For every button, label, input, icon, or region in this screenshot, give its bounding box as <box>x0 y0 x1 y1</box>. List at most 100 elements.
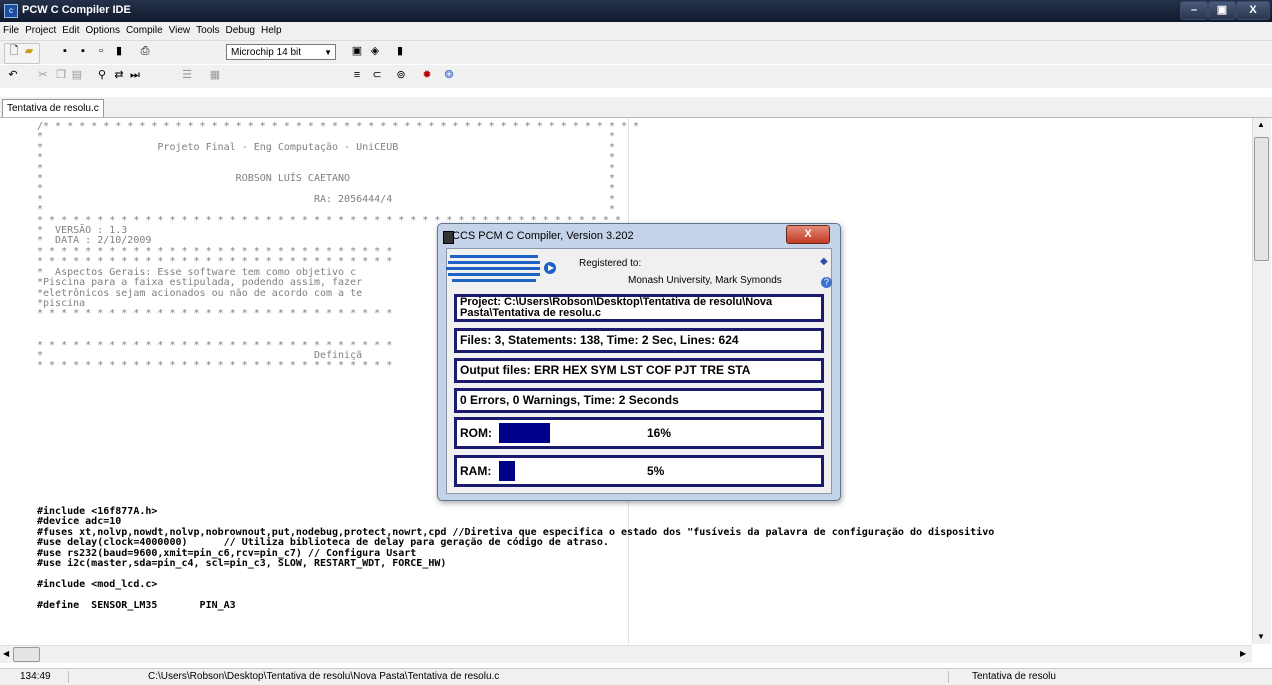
code-line: * * * * * * * * * * * * * * * * * * * * … <box>37 360 393 372</box>
menu-edit[interactable]: Edit <box>59 22 82 40</box>
menu-tools[interactable]: Tools <box>193 22 222 40</box>
registered-name: Monash University, Mark Symonds <box>628 275 782 286</box>
help-icon[interactable]: ? <box>821 277 832 288</box>
new-file-icon[interactable]: 🗋 <box>7 44 21 58</box>
ram-usage-panel: RAM: 5% <box>454 455 824 487</box>
code-line: #include <mod_lcd.c> <box>37 578 158 590</box>
close-all-icon[interactable]: ▮ <box>112 44 126 58</box>
code-line: * * <box>37 162 615 174</box>
open-folder-icon[interactable]: ▰ <box>22 44 36 58</box>
chip-family-value: Microchip 14 bit <box>231 47 302 58</box>
menu-view[interactable]: View <box>166 22 194 40</box>
code-line: * DATA : 2/10/2009 <box>37 235 152 247</box>
replace-icon[interactable]: ⇄ <box>112 68 126 82</box>
print-icon[interactable]: ⎙ <box>138 44 152 58</box>
code-line: * * <box>37 183 615 195</box>
ram-usage-bar <box>499 461 515 481</box>
output-files-panel: Output files: ERR HEX SYM LST COF PJT TR… <box>454 358 824 383</box>
code-line: * * * * * * * * * * * * * * * * * * * * … <box>37 308 393 320</box>
debugger-icon[interactable]: ⊚ <box>394 68 408 82</box>
code-line: *Piscina para a faixa estipulada, podend… <box>37 277 363 289</box>
scroll-up-icon[interactable]: ▲ <box>1257 120 1265 129</box>
compile-icon[interactable]: ▮ <box>393 44 407 58</box>
scroll-left-icon[interactable]: ◀ <box>3 649 9 658</box>
cut-icon[interactable]: ✂ <box>36 68 50 82</box>
dialog-close-button[interactable]: X <box>786 225 830 244</box>
menu-help[interactable]: Help <box>258 22 285 40</box>
status-separator <box>948 671 949 683</box>
menu-debug[interactable]: Debug <box>223 22 258 40</box>
find-icon[interactable]: ⚲ <box>95 68 109 82</box>
scroll-down-icon[interactable]: ▼ <box>1257 632 1265 641</box>
horizontal-scroll-thumb[interactable] <box>13 647 40 662</box>
find-next-icon[interactable]: ⏭ <box>128 68 142 82</box>
code-line: * * * * * * * * * * * * * * * * * * * * … <box>37 339 393 351</box>
code-line: *eletrônicos sejam acionados ou não de a… <box>37 287 363 299</box>
rom-usage-panel: ROM: 16% <box>454 417 824 449</box>
menu-file[interactable]: File <box>0 22 22 40</box>
code-line: * VERSÃO : 1.3 <box>37 225 128 237</box>
close-button[interactable]: X <box>1236 1 1270 20</box>
save-all-icon[interactable]: ▪ <box>76 44 90 58</box>
project-path-panel: Project: C:\Users\Robson\Desktop\Tentati… <box>454 294 824 322</box>
symbol-map-icon[interactable]: ⊂ <box>370 68 384 82</box>
code-line: * Definiçã <box>37 349 363 361</box>
maximize-button[interactable]: ▣ <box>1208 1 1236 20</box>
code-line: #use rs232(baud=9600,xmit=pin_c6,rcv=pin… <box>37 547 417 559</box>
menu-project[interactable]: Project <box>22 22 59 40</box>
chevron-down-icon: ▼ <box>324 48 332 57</box>
bin-view-icon[interactable]: ▦ <box>208 68 222 82</box>
menu-compile[interactable]: Compile <box>123 22 166 40</box>
undo-icon[interactable]: ↶ <box>6 68 20 82</box>
files-stats-panel: Files: 3, Statements: 138, Time: 2 Sec, … <box>454 328 824 353</box>
project-wizard-icon[interactable]: ◈ <box>368 44 382 58</box>
pin-icon[interactable]: ◆ <box>820 256 828 267</box>
copy-icon[interactable]: ❐ <box>54 68 68 82</box>
status-separator <box>68 671 69 683</box>
menu-bar: File Project Edit Options Compile View Tools De… <box>0 22 1272 41</box>
dialog-title: CCS PCM C Compiler, Version 3.202 <box>452 230 634 242</box>
horizontal-scrollbar[interactable]: ◀ ▶ <box>0 645 1252 663</box>
code-line: * RA: 2056444/4 * <box>37 193 615 205</box>
menu-options[interactable]: Options <box>82 22 122 40</box>
ram-percent: 5% <box>647 464 665 478</box>
cursor-position: 134:49 <box>20 671 51 682</box>
logo-text: CCS <box>452 252 515 283</box>
project-open-icon[interactable]: ▣ <box>350 44 364 58</box>
code-line: #device adc=10 <box>37 516 122 528</box>
registered-label: Registered to: <box>579 258 642 269</box>
tab-tentativa-de-resolu[interactable]: Tentativa de resolu.c <box>2 99 104 117</box>
minimize-button[interactable]: – <box>1180 1 1208 20</box>
paste-icon[interactable]: ▤ <box>70 68 84 82</box>
bug-icon[interactable]: ✹ <box>420 68 434 82</box>
code-line: * * <box>37 204 615 216</box>
file-path: C:\Users\Robson\Desktop\Tentativa de res… <box>148 671 500 682</box>
list-file-icon[interactable]: ≡ <box>350 68 364 82</box>
rom-usage-bar <box>499 423 550 443</box>
save-icon[interactable]: ▪ <box>58 44 72 58</box>
code-line: * * * * * * * * * * * * * * * * * * * * … <box>37 256 393 268</box>
window-title: PCW C Compiler IDE <box>22 4 131 16</box>
code-line: * * <box>37 152 615 164</box>
code-line: *piscina <box>37 297 86 309</box>
help-icon[interactable]: ❂ <box>442 68 456 82</box>
edit-toolbar: ↶ ✂ ❐ ▤ ⚲ ⇄ ⏭ ☰ ▦ ≡ ⊂ ⊚ ✹ ❂ <box>0 65 1272 88</box>
code-line: /* * * * * * * * * * * * * * * * * * * *… <box>37 121 640 132</box>
title-bar: c PCW C Compiler IDE – ▣ X <box>0 0 1272 22</box>
status-bar: 134:49 C:\Users\Robson\Desktop\Tentativa… <box>0 668 1272 685</box>
chip-family-select[interactable]: Microchip 14 bit ▼ <box>226 44 336 60</box>
code-line: * * <box>37 131 615 143</box>
ccs-logo: CCS <box>446 252 556 283</box>
indent-icon[interactable]: ☰ <box>180 68 194 82</box>
main-toolbar: 🗋 ▰ ▪ ▪ ▫ ▮ ⎙ ▣ ◈ ▮ <box>0 41 1272 64</box>
code-line: * Projeto Final - Eng Computação - UniCE… <box>37 141 615 153</box>
close-file-icon[interactable]: ▫ <box>94 44 108 58</box>
rom-percent: 16% <box>647 426 672 440</box>
scroll-right-icon[interactable]: ▶ <box>1240 649 1246 658</box>
code-line: * ROBSON LUÍS CAETANO * <box>37 173 615 185</box>
code-line: * * * * * * * * * * * * * * * * * * * * … <box>37 245 393 257</box>
code-line: #use i2c(master,sda=pin_c4, scl=pin_c3, … <box>37 558 447 570</box>
vertical-scroll-thumb[interactable] <box>1254 137 1269 261</box>
compile-result-dialog: CCS PCM C Compiler, Version 3.202 X CCS … <box>437 223 841 501</box>
rom-label: ROM: <box>460 426 492 440</box>
